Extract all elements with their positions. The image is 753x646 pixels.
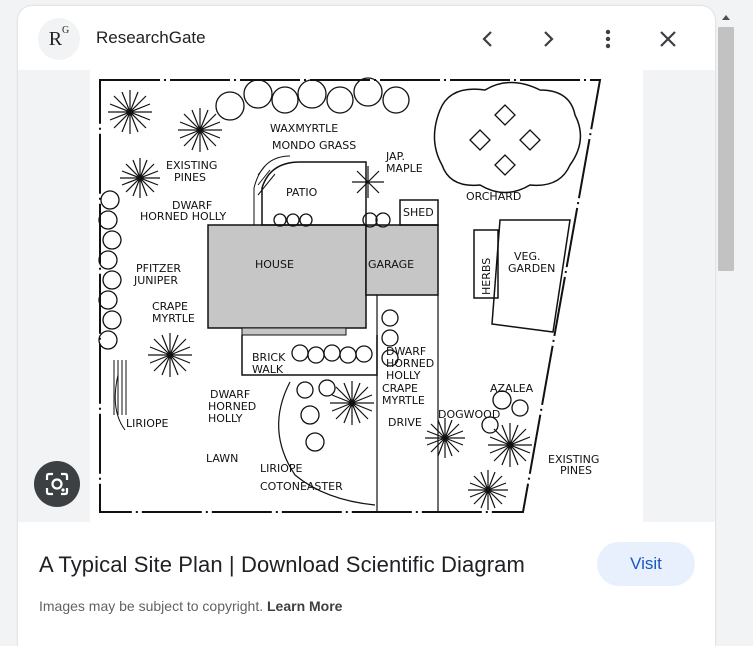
more-options-button[interactable]: [589, 20, 627, 58]
source-favicon: RG: [38, 18, 80, 60]
label-myrtle-1: MYRTLE: [152, 312, 195, 325]
close-button[interactable]: [649, 20, 687, 58]
scroll-up-arrow-icon[interactable]: [720, 12, 732, 22]
label-walk: WALK: [252, 363, 284, 376]
site-plan-drawing: WAXMYRTLE MONDO GRASS JAP. MAPLE EXISTIN…: [98, 77, 602, 513]
google-lens-button[interactable]: [34, 461, 80, 507]
label-pines-2: PINES: [560, 464, 592, 477]
chevron-left-icon: [482, 31, 492, 47]
chevron-right-icon: [544, 31, 554, 47]
label-maple: MAPLE: [386, 162, 423, 175]
label-myrtle-2: MYRTLE: [382, 394, 425, 407]
learn-more-link[interactable]: Learn More: [267, 598, 342, 614]
preview-header: RG ResearchGate: [18, 6, 715, 70]
previous-button[interactable]: [469, 20, 507, 58]
preview-image-area[interactable]: WAXMYRTLE MONDO GRASS JAP. MAPLE EXISTIN…: [18, 70, 715, 522]
copyright-text: Images may be subject to copyright.: [39, 598, 264, 614]
copyright-notice: Images may be subject to copyright. Lear…: [39, 598, 342, 614]
next-button[interactable]: [529, 20, 567, 58]
label-liriope-1: LIRIOPE: [126, 417, 169, 430]
site-plan-image[interactable]: WAXMYRTLE MONDO GRASS JAP. MAPLE EXISTIN…: [90, 70, 643, 522]
label-drive: DRIVE: [388, 416, 422, 429]
more-vert-icon: [605, 29, 611, 49]
google-lens-icon: [45, 472, 69, 496]
label-orchard: ORCHARD: [466, 190, 521, 203]
source-name[interactable]: ResearchGate: [96, 28, 206, 48]
label-dogwood: DOGWOOD: [438, 408, 500, 421]
label-holly-2: HOLLY: [208, 412, 243, 425]
label-mondo-grass: MONDO GRASS: [272, 139, 356, 152]
label-holly-3: HOLLY: [386, 369, 421, 382]
label-cotoneaster: COTONEASTER: [260, 480, 343, 493]
label-garage: GARAGE: [368, 258, 414, 271]
label-garden: GARDEN: [508, 262, 555, 275]
researchgate-logo: RG: [48, 24, 70, 50]
label-pines-1: PINES: [174, 171, 206, 184]
label-azalea: AZALEA: [490, 382, 534, 395]
label-patio: PATIO: [286, 186, 318, 199]
scrollbar-thumb[interactable]: [718, 27, 734, 271]
label-shed: SHED: [403, 206, 434, 219]
label-lawn: LAWN: [206, 452, 238, 465]
label-house: HOUSE: [255, 258, 294, 271]
visit-button[interactable]: Visit: [597, 542, 695, 586]
label-liriope-2: LIRIOPE: [260, 462, 303, 475]
label-juniper: JUNIPER: [133, 274, 178, 287]
label-waxmyrtle: WAXMYRTLE: [270, 122, 338, 135]
close-icon: [660, 31, 676, 47]
image-preview-panel: RG ResearchGate WAXMYRTLE MONDO GRASS JA…: [18, 6, 715, 646]
label-horned-holly-1: HORNED HOLLY: [140, 210, 226, 223]
label-herbs: HERBS: [480, 258, 493, 295]
result-title[interactable]: A Typical Site Plan | Download Scientifi…: [39, 552, 525, 578]
